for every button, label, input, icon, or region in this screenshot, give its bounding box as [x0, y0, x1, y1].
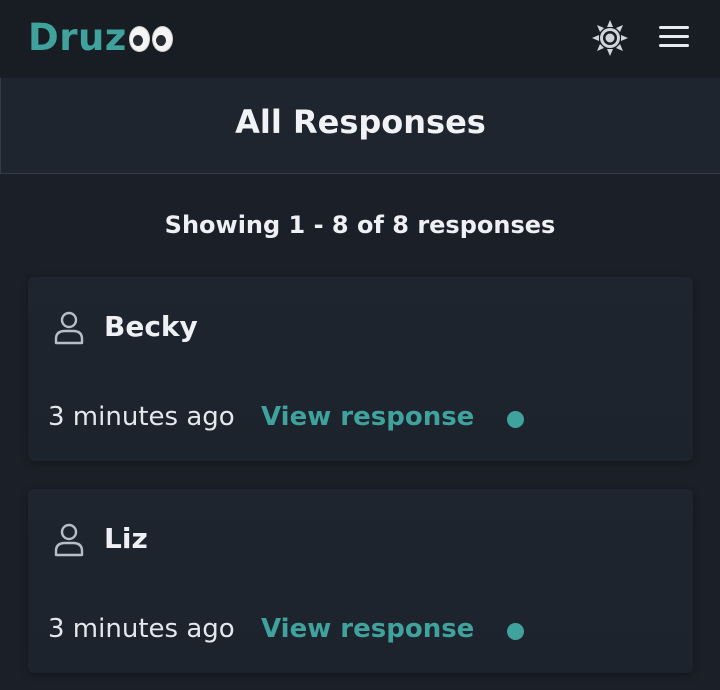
results-count: Showing 1 - 8 of 8 responses — [164, 211, 556, 239]
new-status-dot — [507, 623, 524, 640]
hamburger-menu-icon — [659, 26, 689, 47]
user-icon — [54, 523, 84, 557]
brand-logo[interactable]: Druz — [28, 16, 175, 59]
response-card: Liz 3 minutes ago View response — [28, 489, 693, 673]
user-icon — [54, 311, 84, 345]
respondent-name: Liz — [104, 522, 148, 555]
menu-button[interactable] — [657, 24, 691, 56]
view-response-link[interactable]: View response — [261, 614, 474, 644]
page-header: All Responses — [0, 78, 720, 174]
brand-name: Druz — [28, 16, 127, 59]
sun-icon — [592, 20, 628, 56]
eyes-icon — [128, 25, 175, 52]
response-time: 3 minutes ago — [48, 614, 235, 644]
view-response-link[interactable]: View response — [261, 402, 474, 432]
new-status-dot — [507, 411, 524, 428]
top-navbar: Druz — [0, 0, 720, 78]
page-title: All Responses — [235, 103, 486, 141]
response-time: 3 minutes ago — [48, 402, 235, 432]
respondent-name: Becky — [104, 310, 198, 343]
theme-toggle-button[interactable] — [591, 19, 629, 61]
response-card: Becky 3 minutes ago View response — [28, 277, 693, 461]
